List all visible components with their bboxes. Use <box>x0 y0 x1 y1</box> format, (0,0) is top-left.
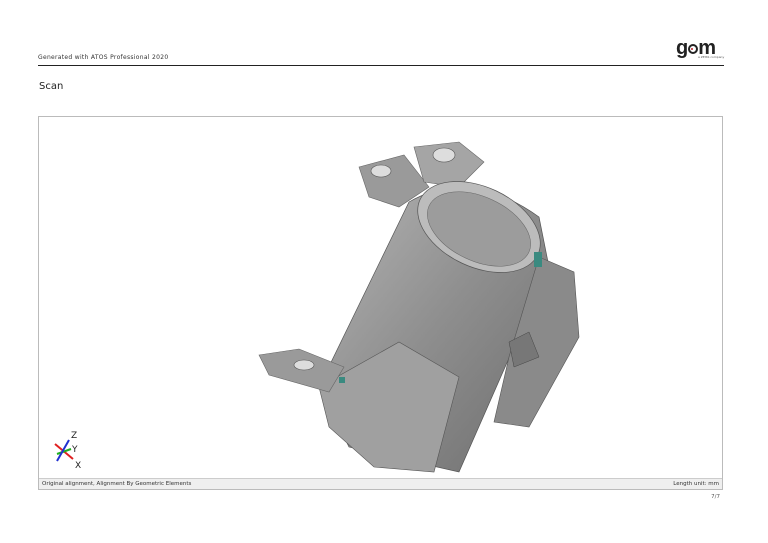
scan-model-image <box>258 141 580 473</box>
3d-viewport[interactable]: Z Y X Original alignment, Alignment By G… <box>38 116 723 490</box>
alignment-status: Original alignment, Alignment By Geometr… <box>42 481 192 487</box>
length-unit: Length unit: mm <box>673 481 719 487</box>
axis-x-label: X <box>75 461 81 471</box>
header-divider <box>38 65 724 66</box>
logo-subtext: a ZEISS company <box>698 55 725 59</box>
axis-triad: Z Y X <box>51 427 91 472</box>
axis-y-label: Y <box>71 445 78 455</box>
page-number: 7/7 <box>711 494 720 500</box>
generated-with-text: Generated with ATOS Professional 2020 <box>38 54 169 61</box>
section-title: Scan <box>39 81 64 92</box>
gom-logo: gm a ZEISS company <box>676 37 725 59</box>
axis-z-label: Z <box>71 431 77 441</box>
viewport-status-bar: Original alignment, Alignment By Geometr… <box>39 478 722 489</box>
